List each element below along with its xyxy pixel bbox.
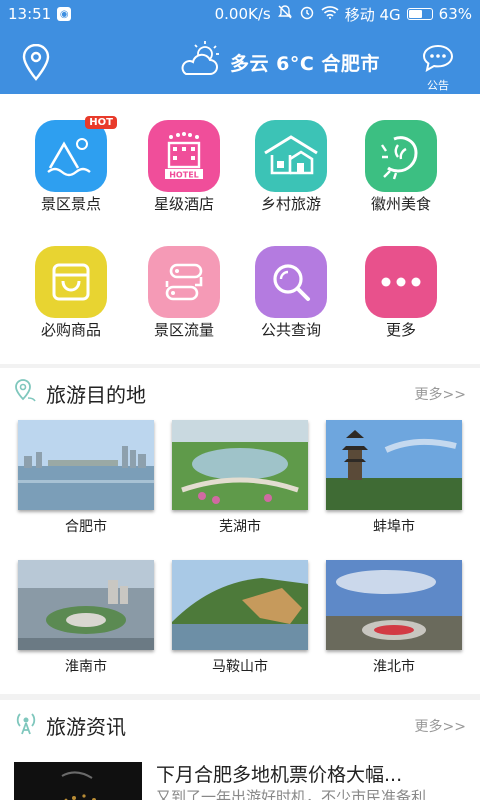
tile-huizhou-food[interactable]: 徽州美食: [346, 120, 456, 214]
tile-scenic-spots[interactable]: HOT 景区景点: [16, 116, 126, 214]
app-header: 多云 6°C 合肥市 公告: [0, 28, 480, 94]
status-time: 13:51: [8, 5, 52, 23]
section-title: 旅游目的地: [46, 382, 146, 407]
city-photo: [18, 560, 154, 650]
wifi-icon: [321, 5, 339, 23]
broadcast-icon: [14, 710, 38, 740]
city-name: 马鞍山市: [212, 659, 268, 675]
city-card-hefei[interactable]: 合肥市: [18, 420, 154, 536]
tile-scenic-traffic[interactable]: 景区流量: [129, 246, 239, 340]
status-bar: 13:51 ◉ 0.00K/s 移动 4G 63%: [0, 0, 480, 28]
scenic-icon: HOT: [35, 116, 117, 192]
network-speed: 0.00K/s: [214, 5, 271, 23]
notice-label: 公告: [427, 79, 449, 92]
news-item[interactable]: 下月合肥多地机票价格大幅... 又到了一年出游好时机，不少市民准备利: [0, 752, 480, 800]
more-icon: [365, 246, 437, 318]
traffic-icon: [148, 246, 220, 318]
city-card-maanshan[interactable]: 马鞍山市: [172, 560, 308, 676]
city-name: 淮南市: [65, 659, 107, 675]
tile-more[interactable]: 更多: [346, 246, 456, 340]
destinations-section: 旅游目的地 更多>> 合肥市 芜湖市 蚌埠市 淮南市 马鞍山市 淮北市: [0, 368, 480, 694]
tile-label: 乡村旅游: [260, 195, 321, 213]
weather-widget[interactable]: 多云 6°C 合肥市: [178, 40, 380, 84]
city-name: 芜湖市: [219, 519, 261, 535]
news-summary: 又到了一年出游好时机，不少市民准备利: [156, 788, 427, 800]
city-photo: [326, 560, 462, 650]
shopping-bag-icon: [35, 246, 107, 318]
city-card-bengbu[interactable]: 蚌埠市: [326, 420, 462, 536]
tile-public-query[interactable]: 公共查询: [236, 246, 346, 340]
city-photo: [172, 560, 308, 650]
city-name: 淮北市: [373, 659, 415, 675]
tile-label: 公共查询: [260, 321, 321, 339]
carrier-label: 移动 4G: [344, 5, 401, 24]
destinations-more-link[interactable]: 更多>>: [415, 384, 466, 404]
news-title: 下月合肥多地机票价格大幅...: [156, 764, 403, 786]
hotel-sign-text: HOTEL: [169, 171, 199, 180]
map-pin-icon: [14, 378, 38, 408]
news-thumbnail: [14, 762, 142, 800]
category-grid: HOT 景区景点 HOTEL 星级酒店 乡村旅游 徽州美食 必购商品 景区流量 …: [0, 94, 480, 364]
village-icon: [255, 120, 327, 192]
food-icon: [365, 120, 437, 192]
mute-icon: [277, 4, 293, 24]
city-name: 蚌埠市: [373, 519, 415, 535]
tile-label: 徽州美食: [370, 195, 431, 213]
news-more-link[interactable]: 更多>>: [415, 716, 466, 736]
city-photo: [172, 420, 308, 510]
cloudy-weather-icon: [178, 40, 222, 84]
tile-label: 景区景点: [40, 195, 101, 213]
tile-rural-tourism[interactable]: 乡村旅游: [236, 120, 346, 214]
chat-bubble-icon: [421, 44, 455, 76]
news-header: 旅游资讯: [14, 710, 126, 740]
section-title: 旅游资讯: [46, 714, 126, 739]
tile-label: 必购商品: [40, 321, 101, 339]
notice-button[interactable]: 公告: [418, 44, 458, 92]
alarm-icon: [299, 4, 315, 24]
search-icon: [255, 246, 327, 318]
destinations-header: 旅游目的地: [14, 378, 146, 408]
city-photo: [18, 420, 154, 510]
city-photo: [326, 420, 462, 510]
city-card-huainan[interactable]: 淮南市: [18, 560, 154, 676]
tile-star-hotels[interactable]: HOTEL 星级酒店: [129, 120, 239, 214]
city-card-wuhu[interactable]: 芜湖市: [172, 420, 308, 536]
city-card-huaibei[interactable]: 淮北市: [326, 560, 462, 676]
city-name: 合肥市: [65, 519, 107, 535]
tile-label: 景区流量: [153, 321, 214, 339]
app-notification-icon: ◉: [57, 7, 72, 21]
news-section: 旅游资讯 更多>>: [0, 700, 480, 752]
hot-badge: HOT: [85, 116, 117, 129]
battery-icon: [406, 8, 433, 20]
weather-text: 多云 6°C 合肥市: [230, 52, 380, 75]
tile-must-buy[interactable]: 必购商品: [16, 246, 126, 340]
battery-percent: 63%: [438, 5, 472, 23]
tile-label: 更多: [385, 321, 416, 339]
hotel-icon: HOTEL: [148, 120, 220, 192]
tile-label: 星级酒店: [153, 195, 214, 213]
location-pin-icon[interactable]: [20, 42, 52, 82]
